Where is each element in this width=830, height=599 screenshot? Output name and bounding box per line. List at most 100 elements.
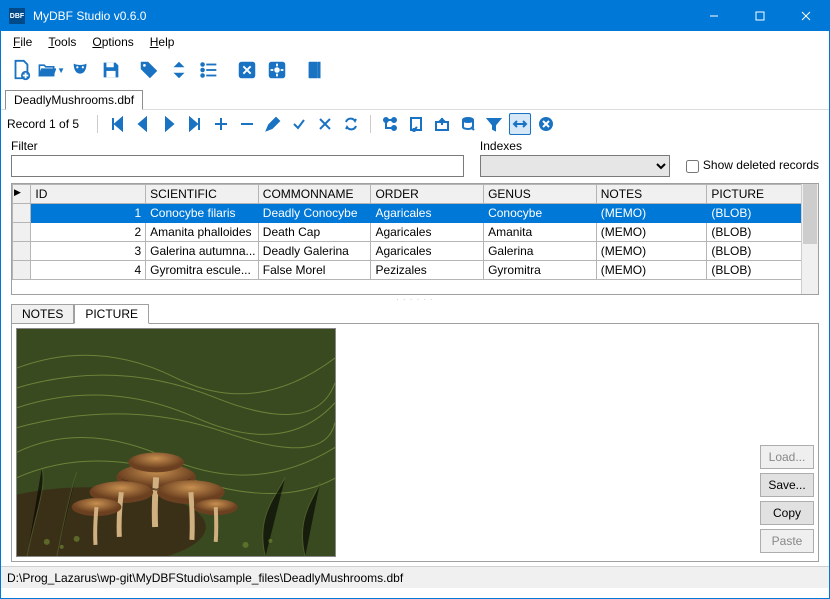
refresh-icon[interactable] [340, 113, 362, 135]
col-scientific[interactable]: SCIENTIFIC [146, 185, 259, 204]
splitter[interactable]: · · · · · · [11, 295, 819, 303]
main-toolbar: ▼ [1, 53, 829, 87]
title-bar: DBF MyDBF Studio v0.6.0 [1, 1, 829, 31]
col-order[interactable]: ORDER [371, 185, 484, 204]
table-row[interactable]: 3Galerina autumna...Deadly GalerinaAgari… [13, 242, 818, 261]
file-tab-active[interactable]: DeadlyMushrooms.dbf [5, 90, 143, 110]
cell-id[interactable]: 3 [31, 242, 146, 261]
add-record-icon[interactable] [210, 113, 232, 135]
delete-icon[interactable] [233, 56, 261, 84]
pack-icon[interactable] [457, 113, 479, 135]
cell-common[interactable]: Death Cap [258, 223, 371, 242]
cell-genus[interactable]: Gyromitra [484, 261, 597, 280]
list-icon[interactable] [195, 56, 223, 84]
cell-common[interactable]: False Morel [258, 261, 371, 280]
indexes-select[interactable] [480, 155, 670, 177]
tab-notes[interactable]: NOTES [11, 304, 74, 324]
show-deleted-label: Show deleted records [703, 158, 819, 172]
cancel-record-icon[interactable] [314, 113, 336, 135]
cell-notes[interactable]: (MEMO) [596, 204, 707, 223]
table-row[interactable]: 2Amanita phalloidesDeath CapAgaricalesAm… [13, 223, 818, 242]
record-status: Record 1 of 5 [7, 117, 79, 131]
tag-icon[interactable] [135, 56, 163, 84]
show-deleted-checkbox[interactable] [686, 160, 699, 173]
file-tabs: DeadlyMushrooms.dbf [1, 87, 829, 109]
copy-button[interactable]: Copy [760, 501, 814, 525]
cell-id[interactable]: 4 [31, 261, 146, 280]
cell-scientific[interactable]: Conocybe filaris [146, 204, 259, 223]
filter-label: Filter [11, 139, 464, 153]
col-id[interactable]: ID [31, 185, 146, 204]
table-row[interactable]: 1Conocybe filarisDeadly ConocybeAgarical… [13, 204, 818, 223]
row-marker [13, 242, 31, 261]
cell-order[interactable]: Pezizales [371, 261, 484, 280]
cell-common[interactable]: Deadly Galerina [258, 242, 371, 261]
cell-genus[interactable]: Conocybe [484, 204, 597, 223]
app-window: DBF MyDBF Studio v0.6.0 File Tools Optio… [0, 0, 830, 599]
picture-preview [16, 328, 336, 557]
maximize-button[interactable] [737, 1, 783, 31]
minimize-button[interactable] [691, 1, 737, 31]
filter-icon[interactable] [483, 113, 505, 135]
menu-help[interactable]: Help [142, 33, 183, 51]
status-bar: D:\Prog_Lazarus\wp-git\MyDBFStudio\sampl… [1, 566, 829, 588]
record-toolbar: Record 1 of 5 [1, 109, 829, 137]
window-title: MyDBF Studio v0.6.0 [33, 9, 691, 23]
menu-file[interactable]: File [5, 33, 40, 51]
menu-tools[interactable]: Tools [40, 33, 84, 51]
cell-genus[interactable]: Amanita [484, 223, 597, 242]
col-commonname[interactable]: COMMONNAME [258, 185, 371, 204]
goto-icon[interactable] [405, 113, 427, 135]
close-button[interactable] [783, 1, 829, 31]
masks-icon[interactable] [67, 56, 95, 84]
remove-record-icon[interactable] [236, 113, 258, 135]
post-record-icon[interactable] [288, 113, 310, 135]
first-record-icon[interactable] [106, 113, 128, 135]
save-button[interactable]: Save... [760, 473, 814, 497]
settings-icon[interactable] [263, 56, 291, 84]
cell-scientific[interactable]: Galerina autumna... [146, 242, 259, 261]
cell-order[interactable]: Agaricales [371, 204, 484, 223]
export-icon[interactable] [431, 113, 453, 135]
cell-order[interactable]: Agaricales [371, 242, 484, 261]
last-record-icon[interactable] [184, 113, 206, 135]
exit-icon[interactable] [301, 56, 329, 84]
row-marker [13, 223, 31, 242]
grid-scrollbar[interactable] [801, 184, 818, 294]
table-row[interactable]: 4Gyromitra escule...False MorelPezizales… [13, 261, 818, 280]
tab-picture[interactable]: PICTURE [74, 304, 149, 324]
app-icon: DBF [9, 8, 25, 24]
cell-genus[interactable]: Galerina [484, 242, 597, 261]
close-table-icon[interactable] [535, 113, 557, 135]
row-marker [13, 204, 31, 223]
open-file-icon[interactable]: ▼ [37, 56, 65, 84]
sort-icon[interactable] [165, 56, 193, 84]
filter-input[interactable] [11, 155, 464, 177]
cell-notes[interactable]: (MEMO) [596, 242, 707, 261]
cell-scientific[interactable]: Gyromitra escule... [146, 261, 259, 280]
save-icon[interactable] [97, 56, 125, 84]
new-file-icon[interactable] [7, 56, 35, 84]
col-notes[interactable]: NOTES [596, 185, 707, 204]
structure-icon[interactable] [379, 113, 401, 135]
prev-record-icon[interactable] [132, 113, 154, 135]
load-button[interactable]: Load... [760, 445, 814, 469]
paste-button[interactable]: Paste [760, 529, 814, 553]
cell-id[interactable]: 1 [31, 204, 146, 223]
cell-order[interactable]: Agaricales [371, 223, 484, 242]
menu-bar: File Tools Options Help [1, 31, 829, 53]
status-text: D:\Prog_Lazarus\wp-git\MyDBFStudio\sampl… [7, 571, 403, 585]
edit-record-icon[interactable] [262, 113, 284, 135]
cell-notes[interactable]: (MEMO) [596, 223, 707, 242]
detail-tabs: NOTES PICTURE [11, 303, 819, 324]
menu-options[interactable]: Options [84, 33, 141, 51]
data-grid[interactable]: ID SCIENTIFIC COMMONNAME ORDER GENUS NOT… [11, 183, 819, 295]
autowidth-icon[interactable] [509, 113, 531, 135]
cell-notes[interactable]: (MEMO) [596, 261, 707, 280]
next-record-icon[interactable] [158, 113, 180, 135]
cell-id[interactable]: 2 [31, 223, 146, 242]
detail-pane: Load... Save... Copy Paste [11, 324, 819, 562]
cell-scientific[interactable]: Amanita phalloides [146, 223, 259, 242]
cell-common[interactable]: Deadly Conocybe [258, 204, 371, 223]
col-genus[interactable]: GENUS [484, 185, 597, 204]
